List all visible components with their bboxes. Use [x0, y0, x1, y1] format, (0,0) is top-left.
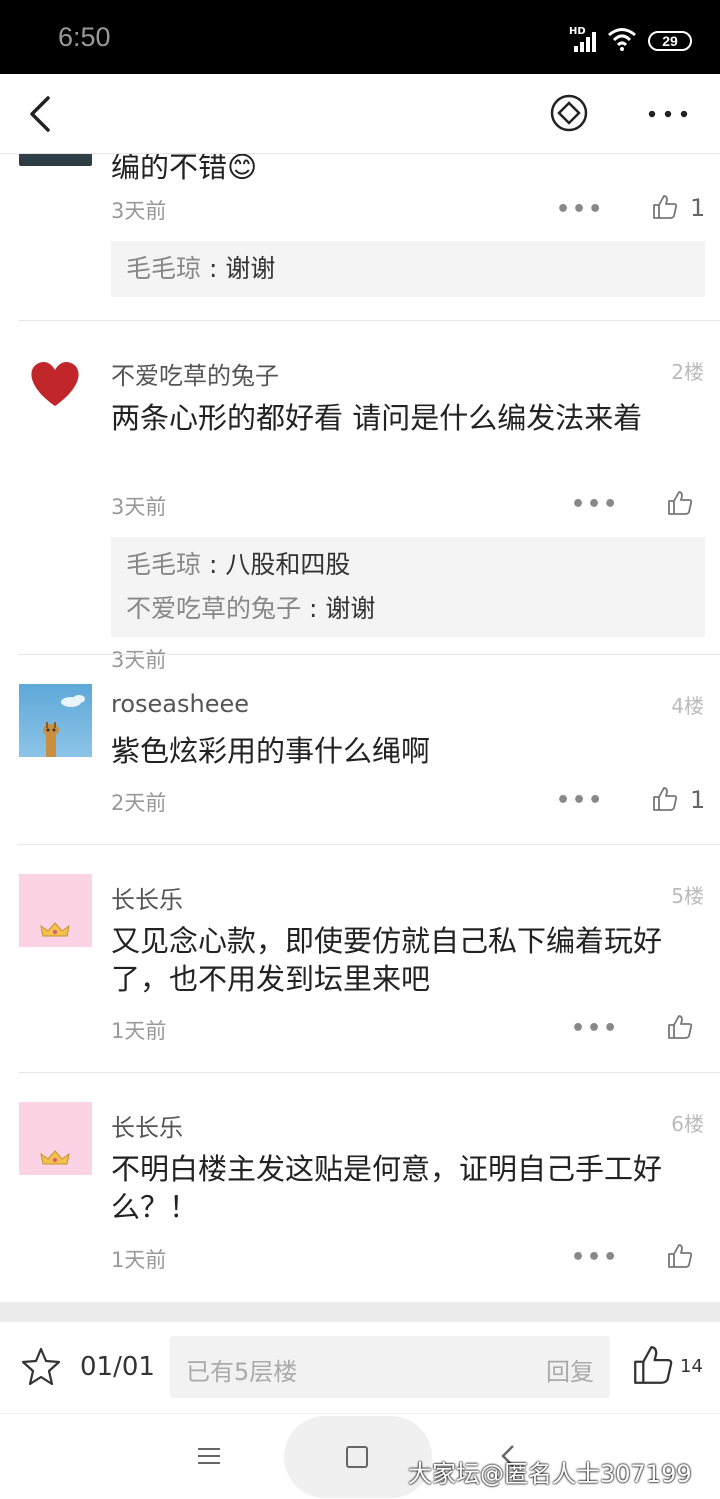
wifi-icon — [608, 28, 636, 51]
floor-number: 4楼 — [671, 694, 704, 718]
more-options-icon[interactable]: ••• — [556, 197, 604, 222]
diamond-icon[interactable] — [550, 94, 588, 132]
more-options-icon[interactable]: ••• — [571, 492, 619, 517]
status-bar: 6:50 HD 29 — [0, 0, 720, 74]
reply-input[interactable]: 已有5层楼 回复 — [170, 1336, 610, 1398]
comment-time: 3天前 — [111, 199, 167, 223]
more-dots-icon[interactable] — [646, 100, 690, 128]
reply-box[interactable]: 毛毛琼 : 八股和四股 不爱吃草的兔子 : 谢谢 — [111, 537, 705, 637]
comment-text: 不明白楼主发这贴是何意，证明自己手工好么？！ — [111, 1152, 663, 1224]
thumbs-up-icon[interactable] — [667, 1014, 693, 1040]
comment-text: 又见念心款，即使要仿就自己私下编着玩好了，也不用发到坛里来吧 — [111, 924, 663, 996]
reply-separator: : — [301, 594, 326, 623]
floor-number: 2楼 — [671, 360, 704, 384]
comment-time: 2天前 — [111, 791, 167, 815]
giraffe-icon — [43, 695, 85, 757]
reply-separator: : — [201, 254, 226, 283]
like-count: 1 — [690, 194, 706, 222]
divider — [18, 844, 720, 845]
comment-list[interactable]: 编的不错😊 3天前 ••• 1 毛毛琼 : 谢谢 不爱吃草的兔子 2楼 两条心形… — [0, 154, 720, 1302]
comment-time: 1天前 — [111, 1248, 167, 1272]
reply-text: 谢谢 — [325, 594, 376, 623]
reply-placeholder: 已有5层楼 — [186, 1358, 298, 1386]
chevron-left-icon[interactable] — [24, 94, 58, 134]
total-like-count: 14 — [680, 1356, 703, 1377]
battery-indicator: 29 — [648, 31, 692, 51]
reply-separator: : — [201, 550, 226, 579]
page-indicator[interactable]: 01/01 — [80, 1352, 155, 1382]
reply-item: 不爱吃草的兔子 : 谢谢 — [126, 587, 690, 631]
more-options-icon[interactable]: ••• — [571, 1016, 619, 1041]
signal-icon — [574, 32, 596, 52]
avatar[interactable] — [19, 154, 92, 166]
top-bar — [0, 74, 720, 154]
comment-text: 两条心形的都好看 请问是什么编发法来着 — [111, 401, 643, 435]
thumbs-up-icon[interactable] — [652, 194, 678, 220]
username[interactable]: roseasheee — [111, 690, 249, 718]
thumbs-up-icon[interactable] — [632, 1344, 674, 1386]
reply-text: 谢谢 — [225, 254, 276, 283]
avatar[interactable] — [19, 1102, 92, 1175]
comment-time: 3天前 — [111, 648, 167, 672]
divider — [18, 1072, 720, 1073]
comment-text: 编的不错😊 — [111, 154, 258, 184]
more-options-icon[interactable]: ••• — [571, 1245, 619, 1270]
menu-icon[interactable] — [198, 1446, 220, 1466]
reply-item: 毛毛琼 : 八股和四股 — [126, 543, 690, 587]
home-icon[interactable] — [346, 1446, 368, 1468]
avatar[interactable] — [19, 684, 92, 757]
floor-number: 6楼 — [671, 1112, 704, 1136]
thumbs-up-icon[interactable] — [652, 786, 678, 812]
comment-item: 编的不错😊 3天前 ••• 1 毛毛琼 : 谢谢 — [0, 154, 720, 319]
star-icon[interactable] — [20, 1346, 62, 1388]
divider — [18, 654, 720, 655]
reply-box[interactable]: 毛毛琼 : 谢谢 — [111, 241, 705, 297]
username[interactable]: 长长乐 — [111, 1108, 183, 1143]
crown-icon — [40, 922, 70, 937]
reply-author[interactable]: 毛毛琼 — [126, 550, 201, 579]
floor-number: 5楼 — [671, 884, 704, 908]
like-count: 1 — [690, 786, 706, 814]
system-nav-bar: 大家坛@匿名人士307199 — [0, 1414, 720, 1499]
comment-text: 紫色炫彩用的事什么绳啊 — [111, 734, 431, 768]
avatar[interactable] — [19, 874, 92, 947]
thumbs-up-icon[interactable] — [667, 1243, 693, 1269]
comment-time: 1天前 — [111, 1019, 167, 1043]
more-options-icon[interactable]: ••• — [556, 788, 604, 813]
username[interactable]: 长长乐 — [111, 880, 183, 915]
reply-item: 毛毛琼 : 谢谢 — [126, 247, 690, 291]
reply-author[interactable]: 毛毛琼 — [126, 254, 201, 283]
comment-time: 3天前 — [111, 495, 167, 519]
reply-author[interactable]: 不爱吃草的兔子 — [126, 594, 301, 623]
crown-icon — [40, 1150, 70, 1165]
heart-avatar-icon[interactable] — [19, 346, 92, 419]
watermark: 大家坛@匿名人士307199 — [408, 1460, 692, 1488]
status-time: 6:50 — [58, 22, 111, 52]
reply-button[interactable]: 回复 — [546, 1352, 594, 1387]
thumbs-up-icon[interactable] — [667, 490, 693, 516]
section-separator — [0, 1302, 720, 1322]
reply-text: 八股和四股 — [225, 550, 351, 579]
username[interactable]: 不爱吃草的兔子 — [111, 356, 279, 391]
bottom-action-bar: 01/01 已有5层楼 回复 14 — [0, 1322, 720, 1414]
